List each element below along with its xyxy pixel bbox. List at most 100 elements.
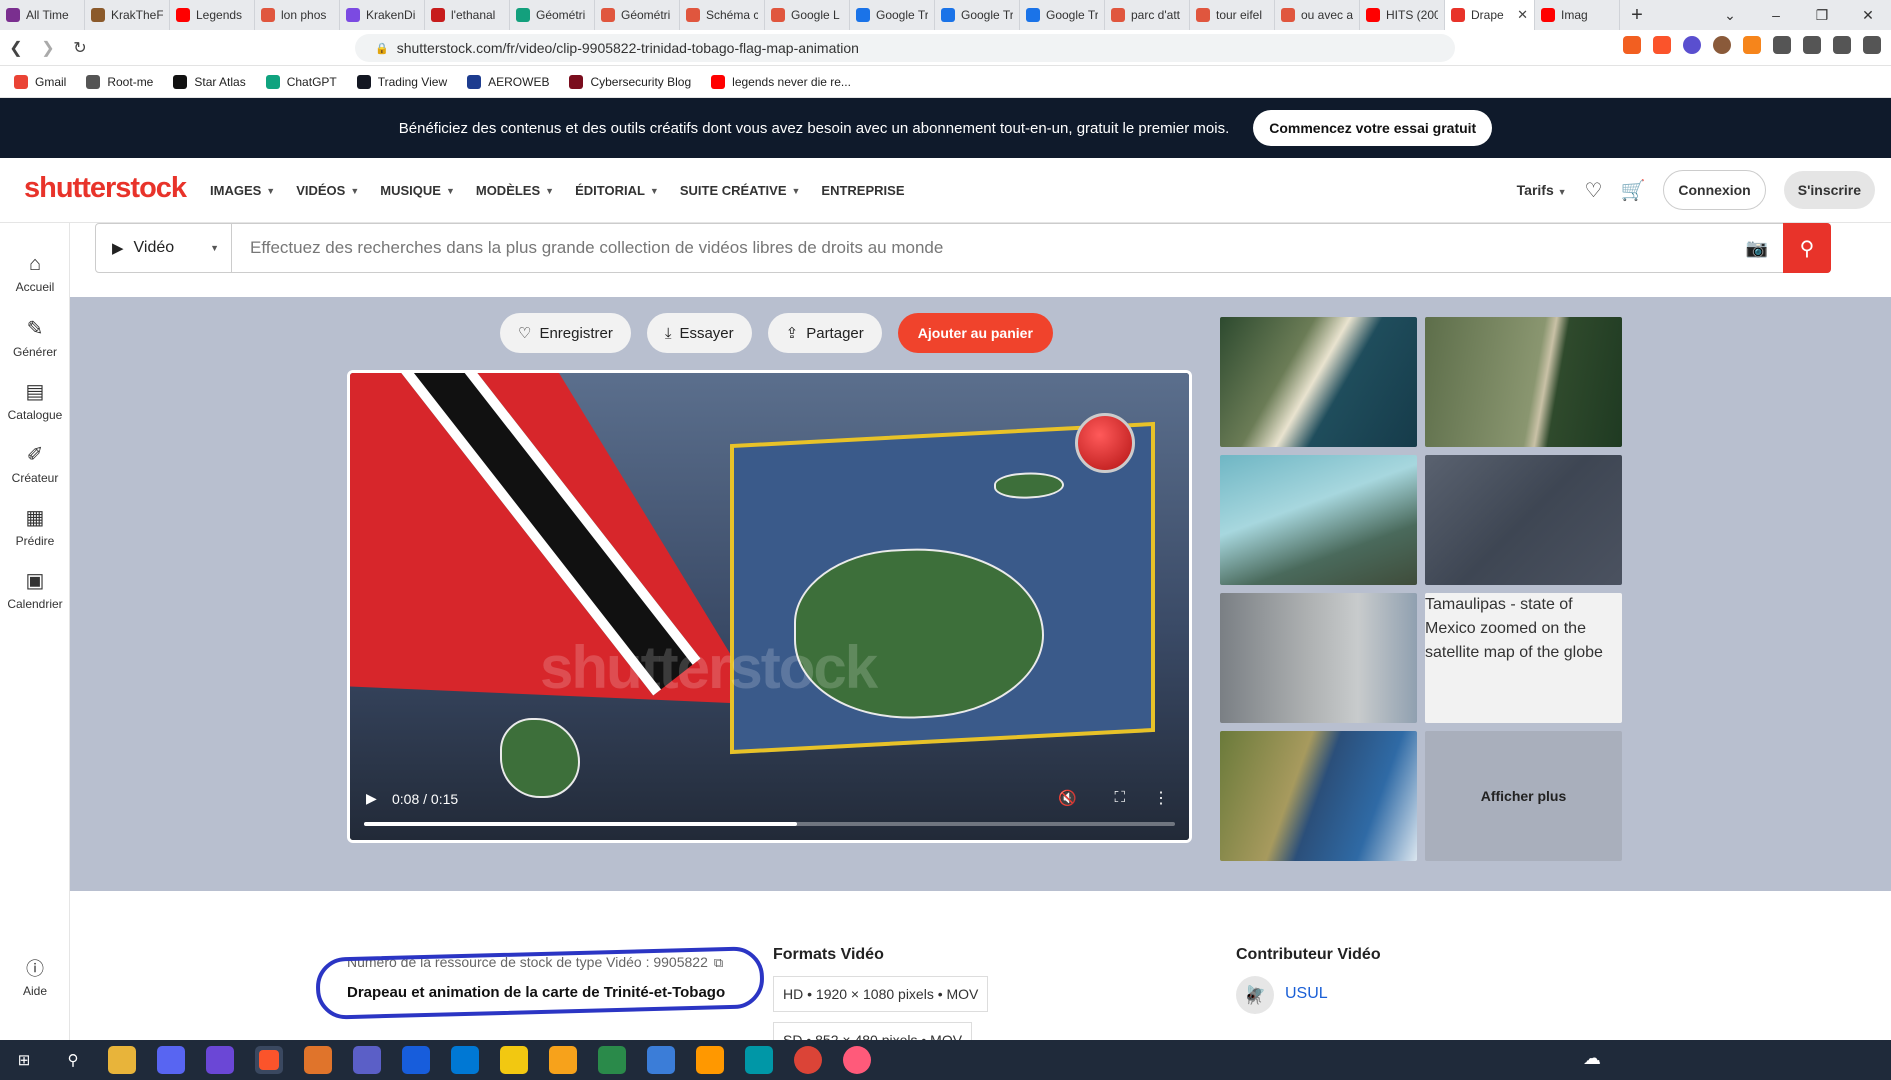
- browser-tab[interactable]: Google Tr: [935, 0, 1020, 30]
- media-type-select[interactable]: ▶ Vidéo ▼: [96, 224, 232, 272]
- back-icon[interactable]: ❮: [0, 38, 32, 58]
- pricing-menu[interactable]: Tarifs ▼: [1517, 182, 1567, 198]
- nav-item-1[interactable]: VIDÉOS ▼: [296, 183, 359, 198]
- bitwarden-icon[interactable]: [402, 1046, 430, 1074]
- close-tab-icon[interactable]: ✕: [1517, 7, 1528, 23]
- nav-item-2[interactable]: MUSIQUE ▼: [380, 183, 455, 198]
- browser-tab[interactable]: All Time: [0, 0, 85, 30]
- browser-tab[interactable]: Google Tr: [850, 0, 935, 30]
- browser-tab[interactable]: Legends: [170, 0, 255, 30]
- mute-icon[interactable]: 🔇: [1058, 789, 1077, 807]
- rail-item-calendrier[interactable]: ▣ Calendrier: [0, 568, 70, 611]
- search-input[interactable]: [232, 225, 1731, 271]
- cart-icon[interactable]: 🛒: [1620, 178, 1645, 203]
- tab-active[interactable]: Drape ✕: [1445, 0, 1535, 30]
- brave-icon[interactable]: [255, 1046, 283, 1074]
- extension-icon[interactable]: [1683, 36, 1701, 54]
- signup-button[interactable]: S'inscrire: [1783, 171, 1875, 209]
- bookmark-item[interactable]: Gmail: [14, 74, 66, 89]
- nav-item-4[interactable]: ÉDITORIAL ▼: [575, 183, 659, 198]
- related-thumbnail[interactable]: [1425, 455, 1622, 585]
- start-icon[interactable]: ⊞: [10, 1046, 38, 1074]
- add-to-cart-button[interactable]: Ajouter au panier: [897, 313, 1053, 353]
- brave-rewards-icon[interactable]: [1653, 36, 1671, 54]
- chrome-icon[interactable]: [794, 1046, 822, 1074]
- related-thumbnail[interactable]: [1425, 317, 1622, 447]
- rail-item-créateur[interactable]: ✐ Créateur: [0, 442, 70, 485]
- forward-icon[interactable]: ❯: [32, 38, 64, 58]
- discord-icon[interactable]: [157, 1046, 185, 1074]
- browser-tab[interactable]: KrakenDi: [340, 0, 425, 30]
- more-options-icon[interactable]: ⋮: [1153, 788, 1169, 808]
- vscode-icon[interactable]: [451, 1046, 479, 1074]
- rail-item-prédire[interactable]: ▦ Prédire: [0, 505, 70, 548]
- heart-icon[interactable]: ♡: [1585, 178, 1603, 203]
- bookmark-item[interactable]: Cybersecurity Blog: [569, 74, 691, 89]
- search-icon[interactable]: ⚲: [59, 1046, 87, 1074]
- shutterstock-logo[interactable]: shutterstock: [24, 172, 187, 205]
- related-thumbnail-broken[interactable]: Tamaulipas - state of Mexico zoomed on t…: [1425, 593, 1622, 723]
- nav-item-0[interactable]: IMAGES ▼: [210, 183, 275, 198]
- browser-tab[interactable]: lon phos: [255, 0, 340, 30]
- nav-item-3[interactable]: MODÈLES ▼: [476, 183, 554, 198]
- browser-tab[interactable]: Imag: [1535, 0, 1620, 30]
- sublime-icon[interactable]: [696, 1046, 724, 1074]
- cookie-icon[interactable]: [1713, 36, 1731, 54]
- metamask-icon[interactable]: [1743, 36, 1761, 54]
- rail-item-générer[interactable]: ✎ Générer: [0, 316, 70, 359]
- app-icon[interactable]: [598, 1046, 626, 1074]
- minimize-button[interactable]: –: [1753, 0, 1799, 30]
- play-icon[interactable]: ▶: [366, 790, 377, 807]
- search-button[interactable]: ⚲: [1783, 223, 1831, 273]
- file-explorer-icon[interactable]: [108, 1046, 136, 1074]
- brave-shield-icon[interactable]: [1623, 36, 1641, 54]
- url-bar[interactable]: 🔒 shutterstock.com/fr/video/clip-9905822…: [355, 34, 1455, 62]
- norton-icon[interactable]: [500, 1046, 528, 1074]
- browser-tab[interactable]: Géométri: [595, 0, 680, 30]
- new-tab-button[interactable]: +: [1620, 4, 1654, 27]
- rail-item-catalogue[interactable]: ▤ Catalogue: [0, 379, 70, 422]
- extensions-puzzle-icon[interactable]: [1773, 36, 1791, 54]
- browser-tab[interactable]: ou avec a: [1275, 0, 1360, 30]
- related-thumbnail[interactable]: [1220, 317, 1417, 447]
- app-icon[interactable]: [304, 1046, 332, 1074]
- weather-icon[interactable]: ☁: [1583, 1048, 1601, 1069]
- camera-search-icon[interactable]: 📷: [1731, 238, 1783, 259]
- show-more-button[interactable]: Afficher plus: [1425, 731, 1622, 861]
- try-button[interactable]: ⤓ Essayer: [646, 313, 752, 353]
- help-button[interactable]: ⓘ Aide: [0, 955, 70, 998]
- wallet-icon[interactable]: [1863, 36, 1881, 54]
- maximize-button[interactable]: ❐: [1799, 0, 1845, 30]
- browser-tab[interactable]: l'ethanal: [425, 0, 510, 30]
- bookmark-item[interactable]: Root-me: [86, 74, 153, 89]
- browser-tab[interactable]: tour eifel: [1190, 0, 1275, 30]
- bookmark-item[interactable]: Trading View: [356, 74, 447, 89]
- app-icon[interactable]: [549, 1046, 577, 1074]
- nav-item-5[interactable]: SUITE CRÉATIVE ▼: [680, 183, 801, 198]
- bookmark-item[interactable]: ChatGPT: [265, 74, 337, 89]
- close-window-button[interactable]: ✕: [1845, 0, 1891, 30]
- browser-tab[interactable]: Géométri: [510, 0, 595, 30]
- contributor-link[interactable]: USUL: [1285, 985, 1328, 1003]
- share-button[interactable]: ⇪ Partager: [767, 313, 882, 353]
- free-trial-button[interactable]: Commencez votre essai gratuit: [1253, 110, 1493, 146]
- progress-bar[interactable]: [364, 822, 1175, 826]
- tab-search-icon[interactable]: ⌄: [1707, 0, 1753, 30]
- browser-tab[interactable]: HITS (200: [1360, 0, 1445, 30]
- avatar[interactable]: 🪰: [1236, 976, 1274, 1014]
- fullscreen-icon[interactable]: ⛶: [1114, 789, 1125, 806]
- nav-item-6[interactable]: ENTREPRISE: [821, 183, 904, 198]
- related-thumbnail[interactable]: [1220, 593, 1417, 723]
- app-icon[interactable]: [745, 1046, 773, 1074]
- related-thumbnail[interactable]: [1220, 455, 1417, 585]
- video-player[interactable]: shutterstock ▶ 0:08 / 0:15 🔇 ⛶ ⋮: [347, 370, 1192, 843]
- browser-tab[interactable]: Google L: [765, 0, 850, 30]
- browser-tab[interactable]: Google Tr: [1020, 0, 1105, 30]
- bookmark-item[interactable]: legends never die re...: [711, 74, 851, 89]
- browser-tab[interactable]: Schéma c: [680, 0, 765, 30]
- login-button[interactable]: Connexion: [1663, 170, 1766, 210]
- bookmark-item[interactable]: Star Atlas: [173, 74, 246, 89]
- teams-icon[interactable]: [353, 1046, 381, 1074]
- app-icon[interactable]: [843, 1046, 871, 1074]
- related-thumbnail[interactable]: [1220, 731, 1417, 861]
